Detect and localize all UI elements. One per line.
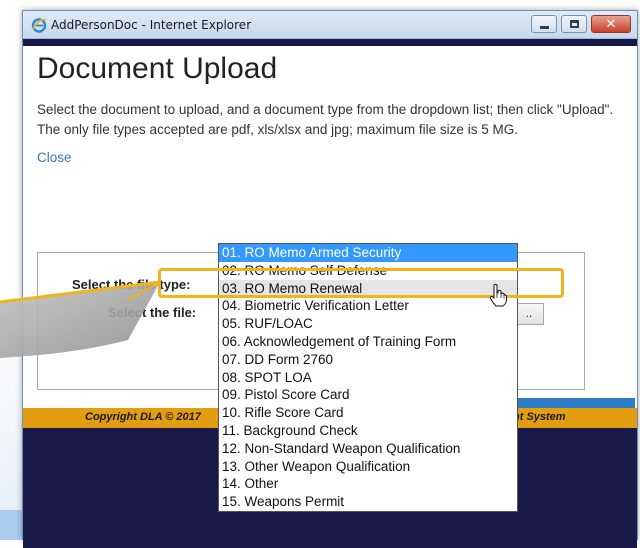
dropdown-option[interactable]: 08. SPOT LOA [219,369,517,387]
browse-button[interactable]: .. [514,303,544,325]
dropdown-option[interactable]: 06. Acknowledgement of Training Form [219,333,517,351]
title-bar[interactable]: AddPersonDoc - Internet Explorer ✕ [23,11,637,39]
maximize-icon [570,20,579,28]
dropdown-option[interactable]: 11. Background Check [219,422,517,440]
system-name-text: nt System [513,411,566,423]
dropdown-option[interactable]: 01. RO Memo Armed Security [219,244,517,262]
close-link[interactable]: Close [37,150,72,165]
window-title: AddPersonDoc - Internet Explorer [51,18,252,32]
internet-explorer-icon [31,18,47,33]
dropdown-option[interactable]: 13. Other Weapon Qualification [219,458,517,476]
dropdown-option[interactable]: 09. Pistol Score Card [219,386,517,404]
dropdown-option[interactable]: 04. Biometric Verification Letter [219,297,517,315]
minimize-button[interactable] [531,15,557,33]
background-tile [0,510,22,540]
close-icon: ✕ [605,17,617,32]
dropdown-option[interactable]: 07. DD Form 2760 [219,351,517,369]
close-window-button[interactable]: ✕ [591,15,631,33]
maximize-button[interactable] [561,15,587,33]
dropdown-option[interactable]: 12. Non-Standard Weapon Qualification [219,440,517,458]
instructions-text: Select the document to upload, and a doc… [37,102,614,137]
dropdown-option[interactable]: 10. Rifle Score Card [219,404,517,422]
dropdown-option[interactable]: 14. Other [219,475,517,493]
minimize-icon [540,26,549,29]
callout-arrow [0,280,161,358]
page-title: Document Upload [37,52,278,85]
dropdown-option[interactable]: 05. RUF/LOAC [219,315,517,333]
copyright-text: Copyright DLA © 2017 [85,411,201,423]
dropdown-option[interactable]: 15. Weapons Permit [219,493,517,511]
header-band [23,39,637,46]
hand-cursor-icon [489,283,507,307]
